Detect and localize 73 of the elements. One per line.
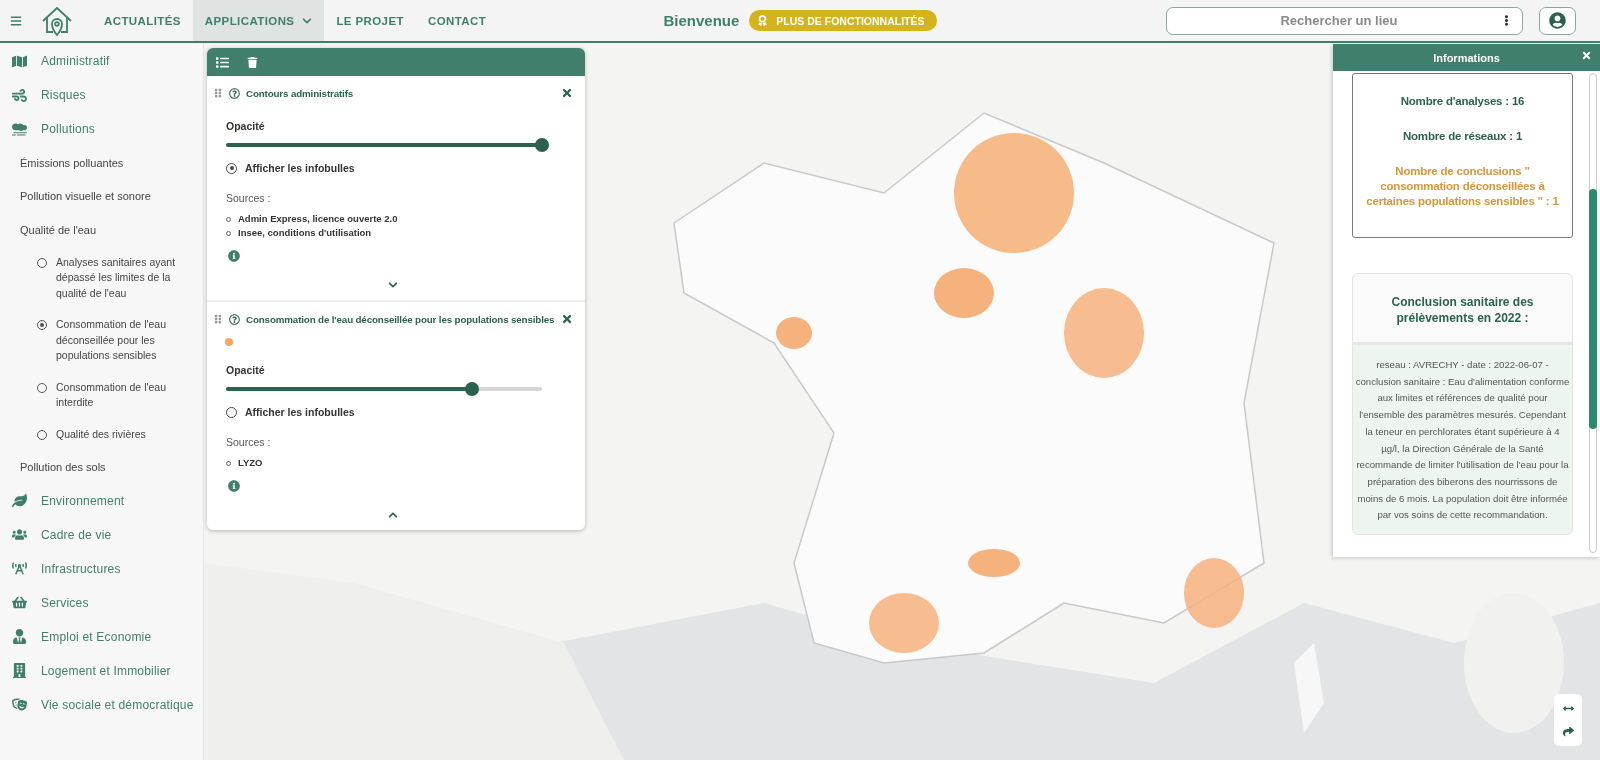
search-field[interactable]: Rechercher un lieu (1166, 6, 1523, 35)
menu-icon[interactable] (10, 14, 22, 27)
help-icon[interactable] (229, 313, 240, 325)
drag-handle-icon[interactable] (213, 88, 223, 98)
close-icon[interactable] (1581, 50, 1592, 61)
info-icon[interactable] (228, 250, 240, 262)
radio-label: Afficher les infobulles (245, 406, 355, 418)
layer-option[interactable]: Consommation de l'eau interdite (0, 371, 203, 419)
layer-title: Consommation de l'eau déconseillée pour les populations sensibles (246, 313, 555, 325)
layer-option[interactable]: Analyses sanitaires ayant dépassé les limites de la qualité de l'eau (0, 246, 203, 309)
slider-thumb[interactable] (465, 382, 480, 396)
layer-title: Contours administratifs (246, 87, 355, 99)
layer-option[interactable]: Consommation de l'eau déconseillée pour les populations sensibles (0, 309, 203, 372)
opacity-label: Opacité (226, 364, 266, 376)
source-text: LYZO (238, 456, 263, 470)
user-icon (1549, 12, 1566, 29)
sidebar-category[interactable]: Administratif (0, 44, 203, 78)
sidebar-subcategory[interactable]: Pollution visuelle et sonore (0, 179, 203, 213)
award-icon (757, 15, 769, 26)
people-icon (12, 527, 27, 542)
radio-label: Afficher les infobulles (245, 162, 355, 174)
slider-thumb[interactable] (535, 138, 549, 152)
stat-text: Nombre d'analyses : 16 (1400, 94, 1525, 109)
opacity-label: Opacité (226, 120, 266, 132)
opacity-slider[interactable] (226, 138, 546, 152)
nav-tab[interactable]: CONTACT (415, 0, 499, 41)
info-icon[interactable] (228, 480, 240, 492)
user-button[interactable] (1539, 6, 1576, 35)
sources-label: Sources : (226, 436, 272, 448)
sidebar-category[interactable]: Infrastructures (0, 551, 203, 586)
close-icon[interactable] (561, 87, 573, 99)
stat-text: Nombre de réseaux : 1 (1402, 129, 1523, 144)
share-icon[interactable] (1562, 726, 1574, 737)
welcome-text: Bienvenue (663, 12, 740, 29)
chevron-down-icon[interactable] (388, 280, 398, 290)
sidebar-category[interactable]: Emploi et Economie (0, 619, 203, 654)
sidebar-category[interactable]: Cadre de vie (0, 517, 203, 552)
sidebar-category[interactable]: Logement et Immobilier (0, 653, 203, 688)
basket-icon (12, 595, 27, 610)
conclusion-title: Conclusion sanitaire des prélèvements en 2022 : (1390, 294, 1535, 327)
info-title: Informations (1433, 51, 1500, 64)
nav-tab[interactable]: ACTUALITÉS (92, 0, 193, 41)
close-icon[interactable] (561, 313, 573, 325)
sources-label: Sources : (226, 192, 272, 204)
wind-icon (12, 87, 27, 103)
drag-handle-icon[interactable] (213, 314, 223, 324)
chevron-up-icon[interactable] (388, 510, 398, 520)
list-icon[interactable] (216, 55, 229, 69)
sidebar-subcategory[interactable]: Qualité de l'eau (0, 213, 203, 247)
person-icon (12, 629, 27, 644)
antenna-icon (12, 561, 27, 576)
cloud-icon (12, 121, 27, 137)
masks-icon (12, 697, 27, 712)
sidebar-subcategory[interactable]: Émissions polluantes (0, 146, 203, 180)
map-icon (12, 53, 27, 69)
layer-option[interactable]: Qualité des rivières (0, 418, 203, 450)
building-icon (12, 663, 27, 678)
sidebar-subcategory[interactable]: Pollution des sols (0, 450, 203, 484)
sidebar-category[interactable]: Vie sociale et démocratique (0, 687, 203, 722)
conclusion-text: reseau : AVRECHY - date : 2022-06-07 - conclusion sanitaire : Eau d'alimentation conforme aux limites et références de qualité pour l'ensemble des paramètres mesurés. Cependant la teneur en perchlorates étant supérieure à 4 µg/l, la Direction Générale de la Santé recommande de limiter l'utilisation de l'eau pour la préparation des biberons des nourrissons de moins de 6 mois. La population doit être informée par vos soins de cette recommandation. (1353, 342, 1572, 535)
sidebar-category[interactable]: Environnement (0, 483, 203, 518)
trash-icon[interactable] (247, 56, 258, 68)
nav-tab[interactable]: APPLICATIONS (192, 0, 325, 41)
stat-text: Nombre de conclusions " consommation déconseillées à certaines populations sensibles " : 1 (1365, 164, 1560, 209)
arrows-icon[interactable] (1562, 703, 1574, 714)
sidebar-category[interactable]: Pollutions (0, 112, 203, 146)
sidebar-category[interactable]: Risques (0, 78, 203, 112)
nav-tab[interactable]: LE PROJET (324, 0, 416, 41)
source-text: Insee, conditions d'utilisation (238, 226, 372, 240)
leaf-icon (12, 493, 27, 508)
sidebar-category[interactable]: Services (0, 585, 203, 620)
source-text: Admin Express, licence ouverte 2.0 (238, 212, 398, 226)
help-icon[interactable] (229, 87, 240, 99)
